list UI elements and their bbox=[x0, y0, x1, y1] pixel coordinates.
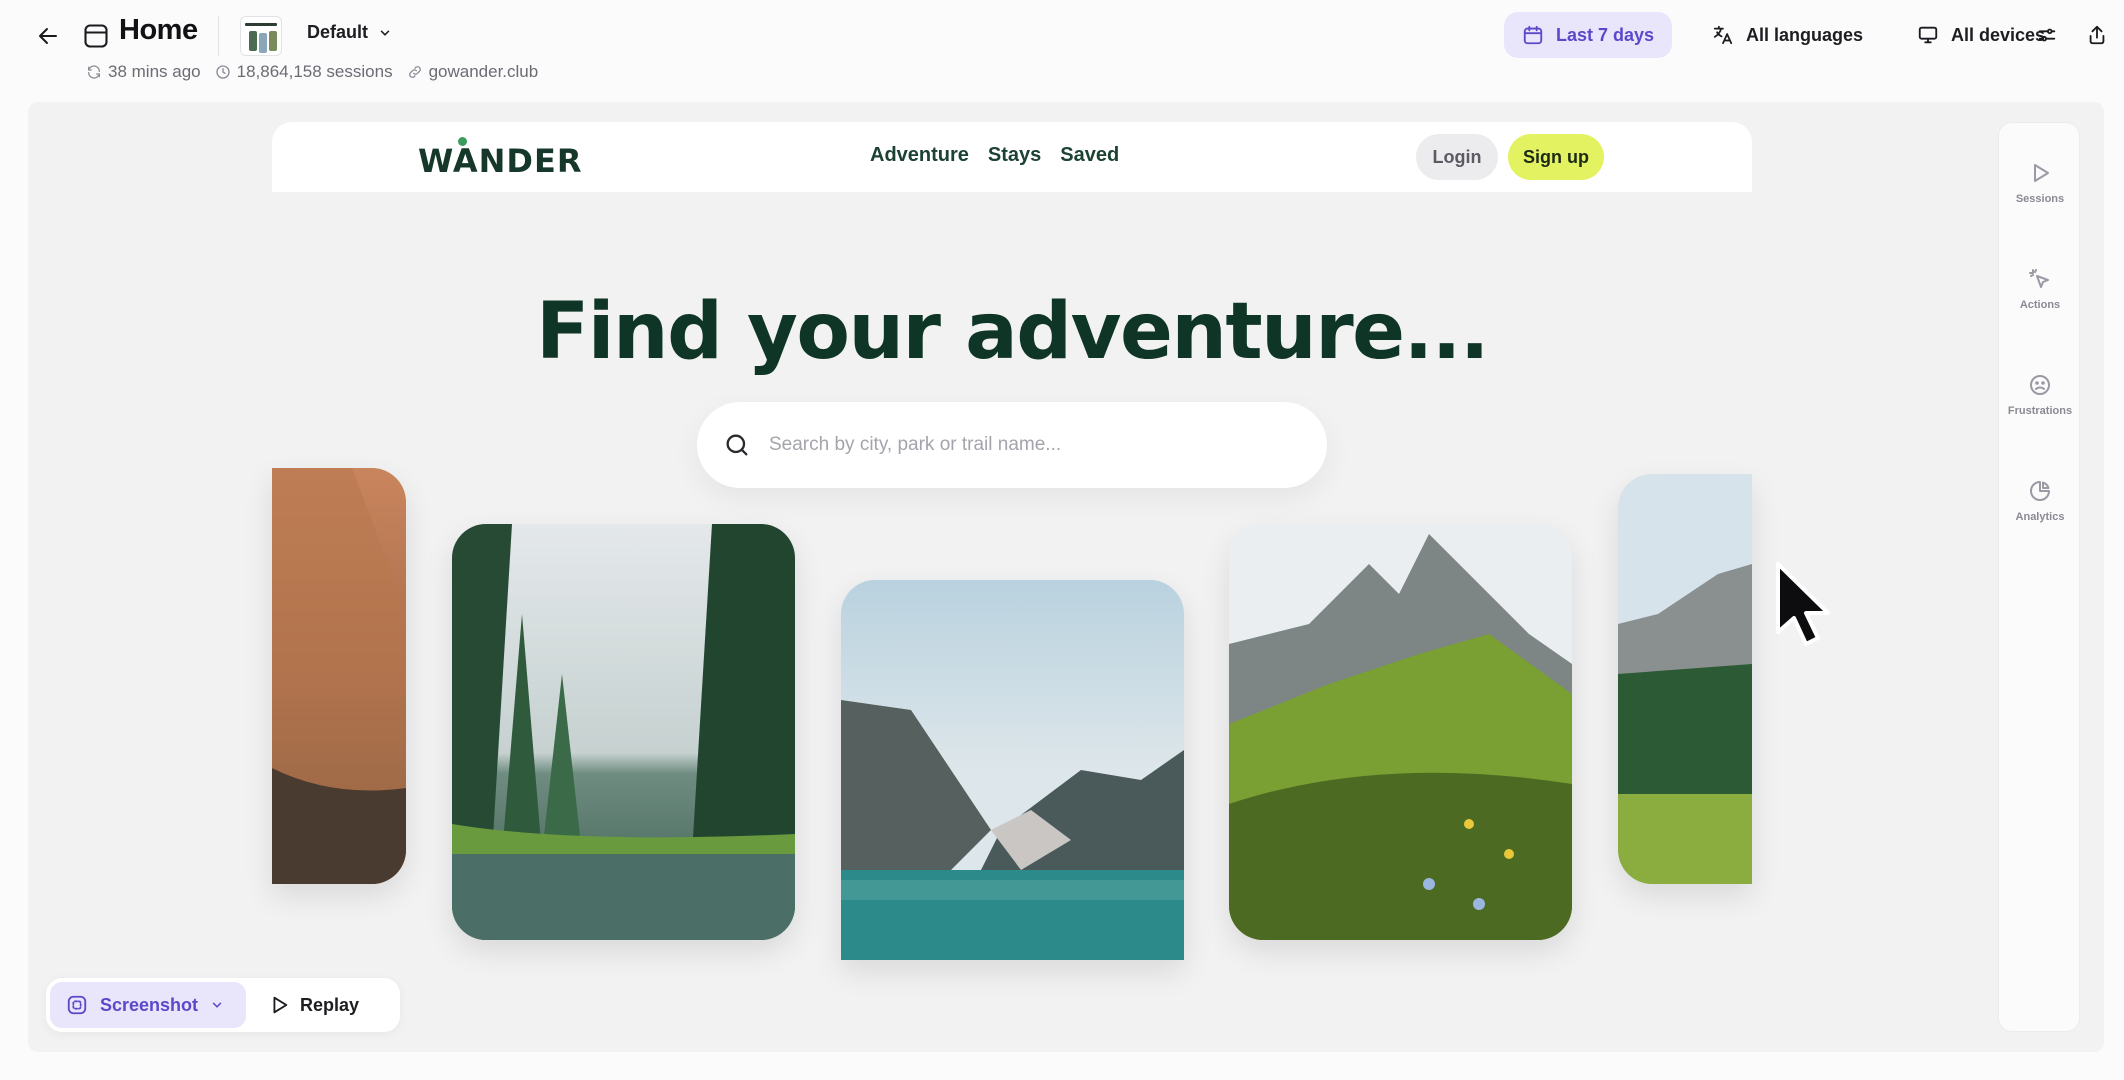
link-icon bbox=[408, 66, 421, 78]
arrow-left-icon bbox=[39, 28, 57, 44]
filters-button[interactable] bbox=[2030, 18, 2064, 52]
replay-mode-button[interactable]: Replay bbox=[256, 982, 392, 1028]
panel-item-analytics[interactable]: Analytics bbox=[1999, 479, 2081, 523]
top-bar: Home Default 38 mins ago 18,864,158 sess… bbox=[0, 0, 2124, 100]
search-placeholder: Search by city, park or trail name... bbox=[769, 434, 1062, 455]
search-icon bbox=[726, 434, 748, 456]
hero-title: Find your adventure... bbox=[536, 287, 1489, 377]
languages-label: All languages bbox=[1746, 24, 1864, 45]
nav-link-adventure[interactable]: Adventure bbox=[870, 144, 969, 167]
panel-label-sessions: Sessions bbox=[2015, 193, 2065, 205]
meta-sessions-text: 18,864,158 sessions bbox=[236, 62, 393, 81]
site-preview: WANDER Adventure Stays Saved Login Sign … bbox=[272, 122, 1830, 1052]
panel-item-frustrations[interactable]: Frustrations bbox=[1999, 373, 2081, 417]
photo-card-alpine-meadow[interactable] bbox=[1229, 524, 1572, 940]
chevron-down-icon bbox=[380, 29, 390, 36]
site-navbar: WANDER Adventure Stays Saved Login Sign … bbox=[272, 122, 1752, 192]
site-logo[interactable]: WANDER bbox=[418, 142, 582, 180]
replay-label: Replay bbox=[300, 994, 360, 1015]
meta-domain[interactable]: gowander.club bbox=[407, 62, 539, 82]
pie-chart-icon bbox=[2030, 481, 2050, 501]
preview-canvas: WANDER Adventure Stays Saved Login Sign … bbox=[28, 102, 2104, 1052]
page-icon bbox=[82, 22, 110, 50]
panel-item-sessions[interactable]: Sessions bbox=[1999, 161, 2081, 205]
play-icon bbox=[2034, 164, 2049, 182]
variant-dropdown[interactable]: Default bbox=[307, 22, 392, 43]
page-title: Home bbox=[119, 14, 198, 46]
panel-label-analytics: Analytics bbox=[2015, 511, 2065, 523]
translate-icon bbox=[1713, 25, 1733, 45]
meta-sessions: 18,864,158 sessions bbox=[215, 62, 393, 82]
date-range-button[interactable]: Last 7 days bbox=[1504, 12, 1673, 58]
nav-link-saved[interactable]: Saved bbox=[1060, 144, 1119, 167]
photo-card-mountain-lake[interactable] bbox=[841, 580, 1184, 960]
panel-item-actions[interactable]: Actions bbox=[1999, 267, 2081, 311]
logo-mark bbox=[458, 137, 467, 146]
login-button[interactable]: Login bbox=[1416, 134, 1498, 180]
chevron-down-icon bbox=[212, 1002, 222, 1008]
panel-label-frustrations: Frustrations bbox=[2007, 405, 2073, 417]
page-meta: 38 mins ago 18,864,158 sessions gowander… bbox=[86, 62, 538, 82]
signup-button[interactable]: Sign up bbox=[1508, 134, 1604, 180]
panel-label-actions: Actions bbox=[2019, 299, 2061, 311]
sliders-icon bbox=[2038, 28, 2056, 42]
meta-updated-text: 38 mins ago bbox=[108, 62, 201, 81]
screenshot-mode-button[interactable]: Screenshot bbox=[50, 982, 246, 1028]
monitor-icon bbox=[1918, 26, 1938, 44]
refresh-icon bbox=[88, 65, 100, 79]
divider bbox=[218, 16, 219, 56]
clock-icon bbox=[215, 65, 230, 79]
share-button[interactable] bbox=[2080, 18, 2114, 52]
languages-button[interactable]: All languages bbox=[1694, 12, 1881, 58]
photo-card-valley[interactable] bbox=[1618, 474, 1752, 884]
view-mode-toggle: Screenshot Replay bbox=[46, 978, 400, 1032]
site-nav-links: Adventure Stays Saved bbox=[870, 144, 1119, 167]
frown-icon bbox=[2030, 375, 2050, 395]
photo-card-forest-lake[interactable] bbox=[452, 524, 795, 940]
screenshot-icon bbox=[67, 995, 87, 1015]
search-input[interactable]: Search by city, park or trail name... bbox=[697, 402, 1327, 488]
play-icon bbox=[273, 996, 288, 1014]
variant-label: Default bbox=[307, 22, 369, 42]
page-thumbnail[interactable] bbox=[240, 16, 282, 56]
meta-updated: 38 mins ago bbox=[86, 62, 201, 82]
date-range-label: Last 7 days bbox=[1556, 24, 1655, 45]
pointer-click-icon bbox=[2029, 269, 2049, 288]
upload-icon bbox=[2089, 25, 2105, 45]
meta-domain-text: gowander.club bbox=[428, 62, 539, 81]
back-button[interactable] bbox=[30, 18, 66, 54]
mouse-cursor-icon bbox=[1772, 560, 1842, 650]
nav-link-stays[interactable]: Stays bbox=[988, 144, 1041, 167]
insights-panel: Sessions Actions Frustrations Analytics bbox=[1998, 122, 2080, 1032]
calendar-icon bbox=[1523, 25, 1543, 45]
screenshot-label: Screenshot bbox=[100, 994, 199, 1015]
photo-card-canyon[interactable] bbox=[272, 468, 406, 884]
